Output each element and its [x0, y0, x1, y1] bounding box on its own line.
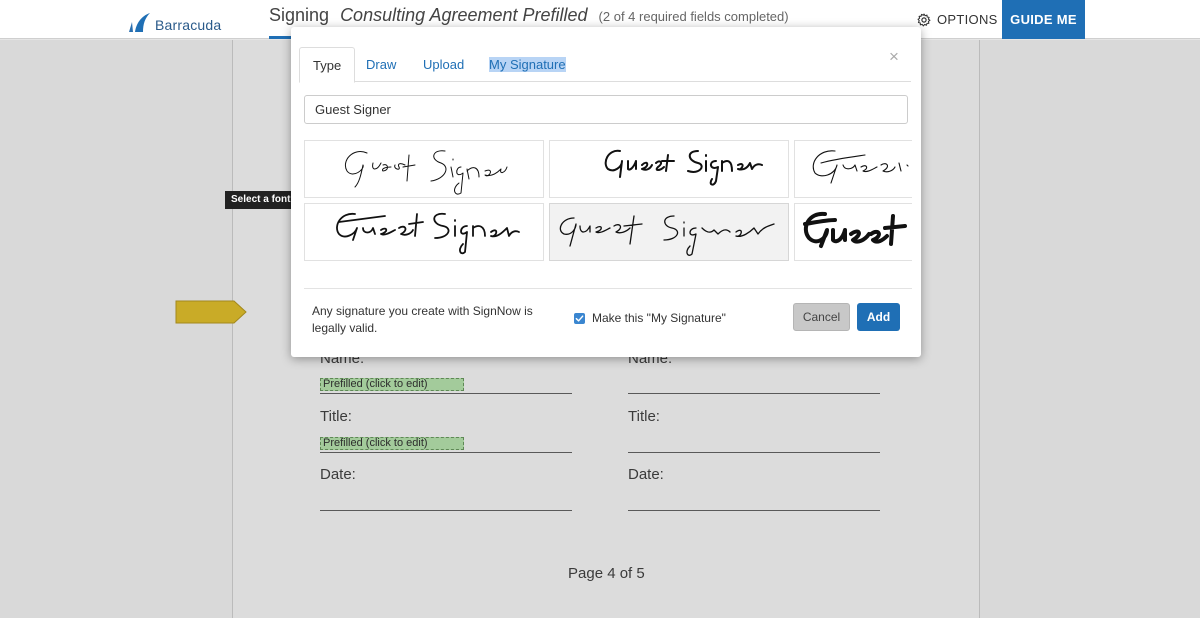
- left-title-line: [320, 452, 572, 453]
- tab-type[interactable]: Type: [299, 47, 356, 83]
- page-title: Signing Consulting Agreement Prefilled (…: [269, 5, 789, 26]
- barracuda-fin-icon: [129, 13, 150, 32]
- make-my-signature-label: Make this "My Signature": [592, 311, 726, 325]
- required-fields-progress: (2 of 4 required fields completed): [598, 9, 789, 24]
- signature-font-option[interactable]: [549, 140, 789, 198]
- signature-font-option[interactable]: [794, 140, 912, 198]
- signature-font-option[interactable]: [304, 140, 544, 198]
- brand-name: Barracuda: [155, 17, 222, 33]
- left-date-label: Date:: [320, 466, 356, 483]
- signature-modal: Type Draw Upload My Signature × Guest Si…: [291, 27, 921, 357]
- gear-icon: [917, 13, 931, 26]
- make-my-signature-option[interactable]: Make this "My Signature": [574, 311, 726, 325]
- guide-me-button[interactable]: GUIDE ME: [1002, 0, 1085, 39]
- left-name-line: [320, 393, 572, 394]
- add-button[interactable]: Add: [857, 303, 900, 331]
- right-date-line: [628, 510, 880, 511]
- modal-divider: [304, 288, 912, 289]
- right-name-line: [628, 393, 880, 394]
- signature-font-option-selected[interactable]: [549, 203, 789, 261]
- tab-my-signature[interactable]: My Signature: [476, 47, 579, 82]
- document-name: Consulting Agreement Prefilled: [340, 5, 588, 25]
- prefilled-name-field[interactable]: Prefilled (click to edit): [320, 378, 464, 391]
- options-label: OPTIONS: [937, 12, 998, 27]
- font-options-grid: [304, 140, 912, 264]
- tab-upload[interactable]: Upload: [410, 47, 477, 82]
- brand-logo: Barracuda: [127, 10, 221, 32]
- checkmark-icon: [575, 314, 584, 322]
- signer-name-input[interactable]: [304, 95, 908, 124]
- tab-draw[interactable]: Draw: [353, 47, 409, 82]
- close-icon[interactable]: ×: [889, 47, 899, 67]
- left-title-label: Title:: [320, 408, 352, 425]
- make-my-signature-checkbox[interactable]: [574, 312, 585, 324]
- right-title-label: Title:: [628, 408, 660, 425]
- signature-font-option[interactable]: [794, 203, 912, 261]
- next-field-arrow[interactable]: [174, 300, 248, 329]
- prefilled-title-field[interactable]: Prefilled (click to edit): [320, 437, 464, 450]
- right-title-line: [628, 452, 880, 453]
- signing-label: Signing: [269, 5, 330, 25]
- legal-notice: Any signature you create with SignNow is…: [312, 304, 533, 335]
- cancel-button[interactable]: Cancel: [793, 303, 850, 331]
- signature-font-option[interactable]: [304, 203, 544, 261]
- select-font-tooltip: Select a font: [225, 191, 303, 209]
- right-date-label: Date:: [628, 466, 664, 483]
- signature-tabs: Type Draw Upload My Signature: [299, 47, 911, 83]
- options-button[interactable]: OPTIONS: [917, 12, 998, 27]
- page-indicator: Page 4 of 5: [568, 565, 645, 582]
- left-date-line: [320, 510, 572, 511]
